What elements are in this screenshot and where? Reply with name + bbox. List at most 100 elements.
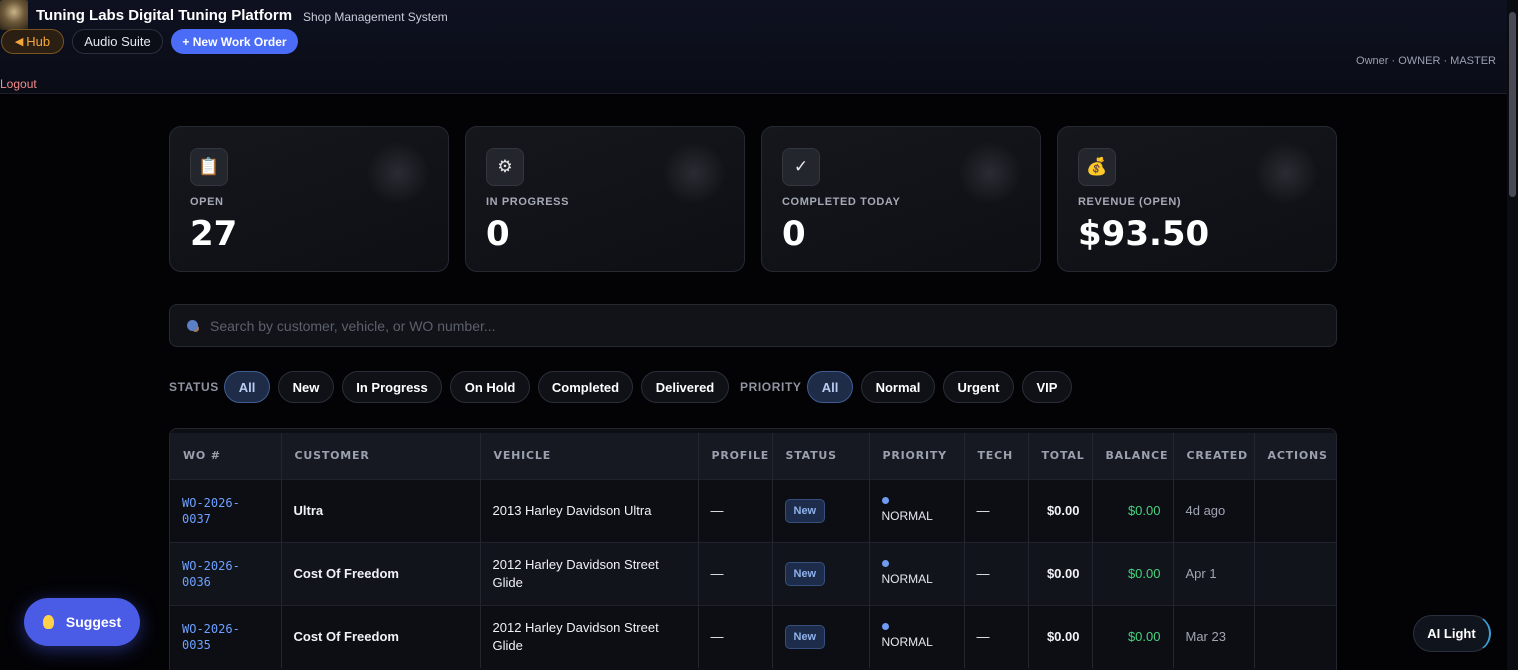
priority-label: NORMAL: [881, 572, 933, 586]
ai-light-button[interactable]: AI Light: [1413, 615, 1491, 652]
status-chip-delivered[interactable]: Delivered: [641, 371, 729, 403]
col-wo-number[interactable]: WO #: [170, 429, 282, 479]
priority-chip-all[interactable]: All: [807, 371, 853, 403]
created-cell: Mar 23: [1173, 604, 1255, 668]
col-profile[interactable]: PROFILE: [698, 429, 773, 479]
col-customer[interactable]: CUSTOMER: [281, 429, 481, 479]
stat-value: 0: [486, 214, 510, 254]
priority-dot-icon: [881, 560, 889, 567]
search-input[interactable]: [210, 305, 1320, 346]
stat-value: 0: [782, 214, 806, 254]
col-total[interactable]: TOTAL: [1028, 429, 1093, 479]
table-row[interactable]: WO-2026- 0036 Cost Of Freedom 2012 Harley…: [170, 541, 1336, 605]
status-chip-new[interactable]: New: [278, 371, 334, 403]
created-cell: 4d ago: [1173, 478, 1255, 542]
top-header: Tuning Labs Digital Tuning Platform Shop…: [0, 0, 1507, 94]
scrollbar-thumb[interactable]: [1509, 12, 1516, 197]
search-bar: [169, 304, 1337, 347]
user-info: Owner · OWNER · MASTER: [1356, 55, 1496, 67]
status-chip-completed[interactable]: Completed: [538, 371, 633, 403]
wo-number-cell[interactable]: WO-2026- 0036: [170, 541, 282, 605]
stat-card-completed-today: ✓ COMPLETED TODAY 0: [761, 126, 1041, 272]
wo-number-cell[interactable]: WO-2026- 0035: [170, 604, 282, 668]
profile-cell: —: [698, 541, 773, 605]
status-chip-all[interactable]: All: [224, 371, 270, 403]
gear-icon: ⚙: [486, 148, 524, 186]
stat-label: IN PROGRESS: [486, 196, 570, 208]
stat-label: REVENUE (OPEN): [1078, 196, 1182, 208]
stat-label: OPEN: [190, 196, 224, 208]
customer-cell: Cost Of Freedom: [281, 604, 481, 668]
stat-card-in-progress: ⚙ IN PROGRESS 0: [465, 126, 745, 272]
suggest-button[interactable]: Suggest: [24, 598, 140, 646]
balance-cell: $0.00: [1092, 604, 1174, 668]
col-balance[interactable]: BALANCE: [1092, 429, 1174, 479]
money-bag-icon: 💰: [1078, 148, 1116, 186]
stat-label: COMPLETED TODAY: [782, 196, 901, 208]
wo-number-suffix[interactable]: 0036: [182, 575, 211, 589]
total-cell: $0.00: [1028, 604, 1093, 668]
priority-label: NORMAL: [881, 635, 933, 650]
table-row[interactable]: WO-2026- 0037 Ultra 2013 Harley Davidson …: [170, 478, 1336, 542]
col-actions: ACTIONS: [1254, 429, 1336, 479]
customer-cell: Ultra: [281, 478, 481, 542]
wo-number-suffix[interactable]: 0037: [182, 512, 211, 526]
actions-cell: [1254, 541, 1336, 605]
status-cell: New: [772, 541, 870, 605]
table-header-row: WO # CUSTOMER VEHICLE PROFILE STATUS PRI…: [170, 429, 1336, 479]
vehicle-cell: 2013 Harley Davidson Ultra: [480, 478, 699, 542]
wo-number-cell[interactable]: WO-2026- 0037: [170, 478, 282, 542]
tech-cell: —: [964, 604, 1029, 668]
stat-value: 27: [190, 214, 238, 254]
tech-cell: —: [964, 478, 1029, 542]
table-row[interactable]: WO-2026- 0035 Cost Of Freedom 2012 Harley…: [170, 604, 1336, 668]
status-filter-label: STATUS: [169, 380, 219, 394]
col-status[interactable]: STATUS: [772, 429, 870, 479]
priority-chip-normal[interactable]: Normal: [861, 371, 935, 403]
profile-cell: —: [698, 604, 773, 668]
total-cell: $0.00: [1028, 541, 1093, 605]
status-badge: New: [784, 498, 826, 523]
status-chip-on-hold[interactable]: On Hold: [450, 371, 530, 403]
clipboard-icon: 📋: [190, 148, 228, 186]
vehicle-cell: 2012 Harley Davidson Street Glide: [480, 604, 699, 668]
work-orders-table: WO # CUSTOMER VEHICLE PROFILE STATUS PRI…: [169, 428, 1337, 670]
lightbulb-icon: [42, 615, 54, 629]
status-badge: New: [784, 561, 826, 586]
created-cell: Apr 1: [1173, 541, 1255, 605]
audio-suite-button[interactable]: Audio Suite: [72, 29, 163, 54]
wo-number-prefix[interactable]: WO-2026-: [182, 496, 240, 510]
priority-filter-label: PRIORITY: [740, 380, 802, 394]
hub-button[interactable]: ◀ Hub: [1, 29, 64, 54]
priority-cell: NORMAL: [869, 604, 965, 668]
page-scrollbar[interactable]: [1507, 0, 1518, 670]
actions-cell: [1254, 478, 1336, 542]
total-cell: $0.00: [1028, 478, 1093, 542]
priority-chip-urgent[interactable]: Urgent: [943, 371, 1014, 403]
app-title: Tuning Labs Digital Tuning Platform: [36, 7, 293, 24]
wo-number-prefix[interactable]: WO-2026-: [182, 622, 240, 636]
customer-cell: Cost Of Freedom: [281, 541, 481, 605]
tech-cell: —: [964, 541, 1029, 605]
stat-card-open: 📋 OPEN 27: [169, 126, 449, 272]
col-priority[interactable]: PRIORITY: [869, 429, 965, 479]
col-vehicle[interactable]: VEHICLE: [480, 429, 699, 479]
priority-chip-vip[interactable]: VIP: [1022, 371, 1072, 403]
logout-link[interactable]: Logout: [0, 77, 37, 91]
status-cell: New: [772, 478, 870, 542]
new-work-order-button[interactable]: + New Work Order: [171, 29, 298, 54]
wo-number-prefix[interactable]: WO-2026-: [182, 559, 240, 573]
col-tech[interactable]: TECH: [964, 429, 1029, 479]
priority-label: NORMAL: [881, 509, 933, 523]
wo-number-suffix[interactable]: 0035: [182, 638, 211, 652]
back-arrow-icon: ◀: [14, 36, 24, 48]
priority-dot-icon: [881, 497, 889, 504]
priority-cell: NORMAL: [869, 478, 965, 542]
status-chip-in-progress[interactable]: In Progress: [342, 371, 442, 403]
vehicle-cell: 2012 Harley Davidson Street Glide: [480, 541, 699, 605]
stat-value: $93.50: [1078, 214, 1210, 254]
status-badge: New: [784, 624, 826, 649]
search-icon: [187, 320, 198, 331]
col-created[interactable]: CREATED: [1173, 429, 1255, 479]
suggest-label: Suggest: [65, 614, 122, 630]
